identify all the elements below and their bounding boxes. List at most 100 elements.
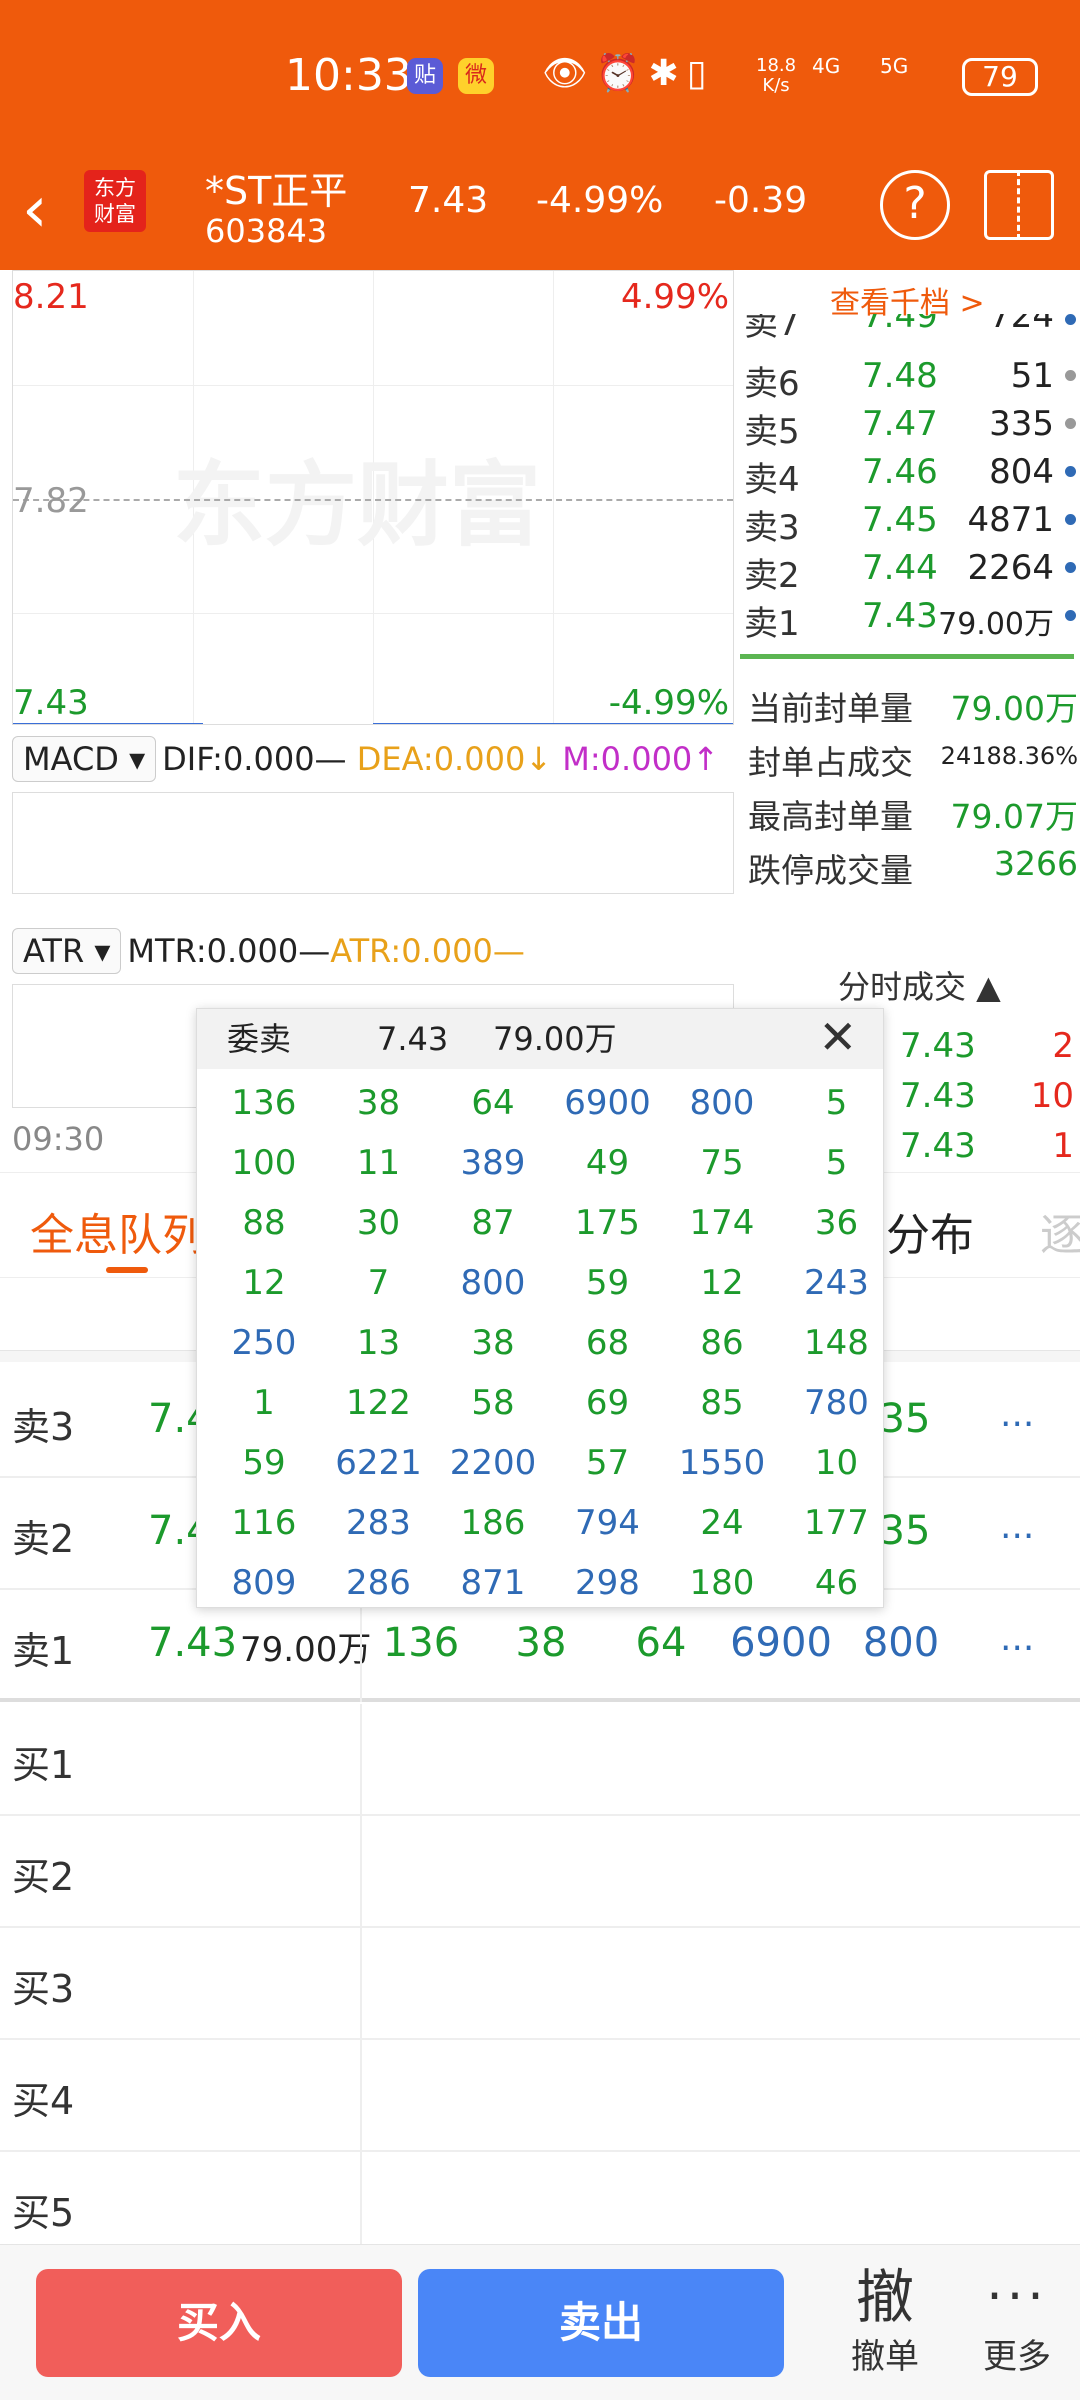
chart-low-pct: -4.99% bbox=[608, 683, 729, 723]
order-size-cell: 389 bbox=[460, 1143, 526, 1183]
ask-queue-popup[interactable]: 委卖 7.43 79.00万 ✕ 136 38 64 6900 800 5 100 11 389… bbox=[196, 1008, 884, 1608]
order-size-cell: 75 bbox=[700, 1143, 744, 1183]
order-size-cell: 38 bbox=[356, 1083, 401, 1123]
tab-distribution[interactable]: 分布 bbox=[886, 1199, 974, 1263]
order-size-cell: 85 bbox=[700, 1383, 744, 1423]
atr-mtr: MTR:0.000— bbox=[127, 932, 331, 970]
chart-high-price: 8.21 bbox=[13, 277, 89, 317]
macd-dea: DEA:0.000↓ bbox=[356, 740, 553, 778]
more-label: 更多 bbox=[983, 2337, 1051, 2377]
more-icon: ··· bbox=[986, 2267, 1048, 2327]
order-size-cell: 177 bbox=[804, 1503, 869, 1543]
order-book-divider bbox=[740, 654, 1074, 659]
order-size-cell: 286 bbox=[346, 1563, 411, 1603]
order-size-cell: 58 bbox=[471, 1383, 515, 1423]
cancel-order-button[interactable]: 撤 撤单 bbox=[830, 2265, 940, 2378]
back-arrow-icon[interactable]: ‹ bbox=[22, 170, 48, 250]
order-size-cell: 250 bbox=[231, 1323, 297, 1363]
macd-panel: MACD ▾ DIF:0.000— DEA:0.000↓ M:0.000↑ bbox=[12, 726, 734, 894]
watermark: 东方财富 bbox=[173, 452, 542, 559]
buy-button[interactable]: 买入 bbox=[36, 2269, 402, 2377]
weibo-icon: 微 bbox=[458, 58, 494, 94]
order-size-cell: 243 bbox=[804, 1263, 869, 1303]
order-size-cell: 174 bbox=[689, 1203, 755, 1243]
macd-m: M:0.000↑ bbox=[562, 740, 720, 778]
order-size-cell: 5 bbox=[825, 1143, 848, 1183]
order-size-cell: 59 bbox=[242, 1443, 286, 1483]
ask-row-3: 卖3 7.45 4871 bbox=[740, 500, 1080, 548]
queue-row-bid2[interactable]: 买2 bbox=[0, 1816, 1080, 1928]
atr-selector[interactable]: ATR ▾ bbox=[12, 928, 122, 974]
help-icon[interactable]: ? bbox=[880, 170, 950, 240]
intraday-chart[interactable]: 东方财富 8.21 4.99% 7.82 7.43 -4.99% bbox=[12, 270, 734, 725]
price-line bbox=[13, 723, 203, 724]
ask-row-5: 卖5 7.47 335 bbox=[740, 404, 1080, 452]
order-size-cell: 49 bbox=[585, 1143, 630, 1183]
order-size-cell: 780 bbox=[804, 1383, 869, 1423]
cancel-icon: 撤 bbox=[855, 2263, 914, 2331]
system-status-icons: 👁⏰✱▯ bbox=[542, 53, 715, 94]
layout-switch-icon[interactable] bbox=[984, 170, 1054, 240]
order-size-cell: 87 bbox=[471, 1203, 515, 1243]
price-line-right bbox=[373, 723, 733, 724]
more-button[interactable]: ··· 更多 bbox=[962, 2265, 1072, 2378]
queue-row-bid1[interactable]: 买1 bbox=[0, 1704, 1080, 1816]
order-size-cell: 46 bbox=[814, 1563, 859, 1603]
ask-row-7: 卖7 7.49 724 bbox=[740, 314, 1080, 344]
order-size-cell: 148 bbox=[804, 1323, 869, 1363]
chart-mid-price: 7.82 bbox=[13, 481, 89, 521]
ask-row-6: 卖6 7.48 51 bbox=[740, 356, 1080, 404]
order-size-cell: 30 bbox=[356, 1203, 401, 1243]
order-size-cell: 59 bbox=[585, 1263, 630, 1303]
order-size-cell: 136 bbox=[231, 1083, 297, 1123]
order-size-cell: 24 bbox=[700, 1503, 744, 1543]
order-size-cell: 36 bbox=[814, 1203, 859, 1243]
order-size-cell: 86 bbox=[700, 1323, 744, 1363]
order-size-cell: 64 bbox=[471, 1083, 515, 1123]
order-size-cell: 5 bbox=[825, 1083, 848, 1123]
header-price: 7.43 bbox=[408, 180, 489, 221]
tab-next[interactable]: 逐 bbox=[1040, 1199, 1080, 1263]
chart-low-price: 7.43 bbox=[13, 683, 89, 723]
order-size-cell: 68 bbox=[585, 1323, 630, 1363]
time-sales-header[interactable]: 分时成交 ▲ bbox=[838, 962, 1001, 1008]
macd-chart bbox=[12, 792, 734, 894]
active-tab-indicator bbox=[106, 1267, 148, 1273]
order-size-cell: 283 bbox=[346, 1503, 411, 1543]
order-size-cell: 12 bbox=[700, 1263, 744, 1303]
tab-full-queue[interactable]: 全息队列 bbox=[30, 1199, 206, 1263]
order-size-cell: 69 bbox=[585, 1383, 630, 1423]
ask-row-2: 卖2 7.44 2264 bbox=[740, 548, 1080, 596]
close-icon[interactable]: ✕ bbox=[818, 1007, 857, 1067]
order-size-cell: 6221 bbox=[335, 1443, 422, 1483]
chart-high-pct: 4.99% bbox=[620, 277, 729, 317]
order-size-cell: 38 bbox=[471, 1323, 515, 1363]
signal-5g-icon: 5G bbox=[880, 54, 909, 78]
order-size-cell: 100 bbox=[231, 1143, 297, 1183]
stock-code: 603843 bbox=[205, 212, 328, 250]
order-size-cell: 1550 bbox=[678, 1443, 766, 1483]
queue-row-bid3[interactable]: 买3 bbox=[0, 1928, 1080, 2040]
trade-bar: 买入 卖出 撤 撤单 ··· 更多 bbox=[0, 2244, 1080, 2400]
order-size-cell: 6900 bbox=[564, 1083, 651, 1123]
order-size-cell: 794 bbox=[575, 1503, 640, 1543]
order-size-cell: 1 bbox=[253, 1383, 275, 1423]
order-size-cell: 122 bbox=[346, 1383, 411, 1423]
signal-4g-icon: 4G bbox=[812, 54, 841, 78]
order-size-cell: 175 bbox=[575, 1203, 640, 1243]
popup-price: 7.43 bbox=[377, 1020, 449, 1058]
stock-header: ‹ 东方 财富 *ST正平 603843 7.43 -4.99% -0.39 ? bbox=[0, 160, 1080, 270]
order-size-cell: 298 bbox=[575, 1563, 640, 1603]
queue-row-bid4[interactable]: 买4 bbox=[0, 2040, 1080, 2152]
order-size-cell: 10 bbox=[814, 1443, 859, 1483]
ask-row-4: 卖4 7.46 804 bbox=[740, 452, 1080, 500]
order-size-cell: 12 bbox=[242, 1263, 286, 1303]
popup-title: 委卖 bbox=[227, 1020, 292, 1058]
header-change: -0.39 bbox=[714, 180, 808, 221]
sell-button[interactable]: 卖出 bbox=[418, 2269, 784, 2377]
order-size-cell: 2200 bbox=[449, 1443, 537, 1483]
macd-dif: DIF:0.000— bbox=[162, 740, 347, 778]
macd-selector[interactable]: MACD ▾ bbox=[12, 736, 157, 782]
order-size-cell: 57 bbox=[585, 1443, 630, 1483]
order-size-cell: 116 bbox=[231, 1503, 297, 1543]
